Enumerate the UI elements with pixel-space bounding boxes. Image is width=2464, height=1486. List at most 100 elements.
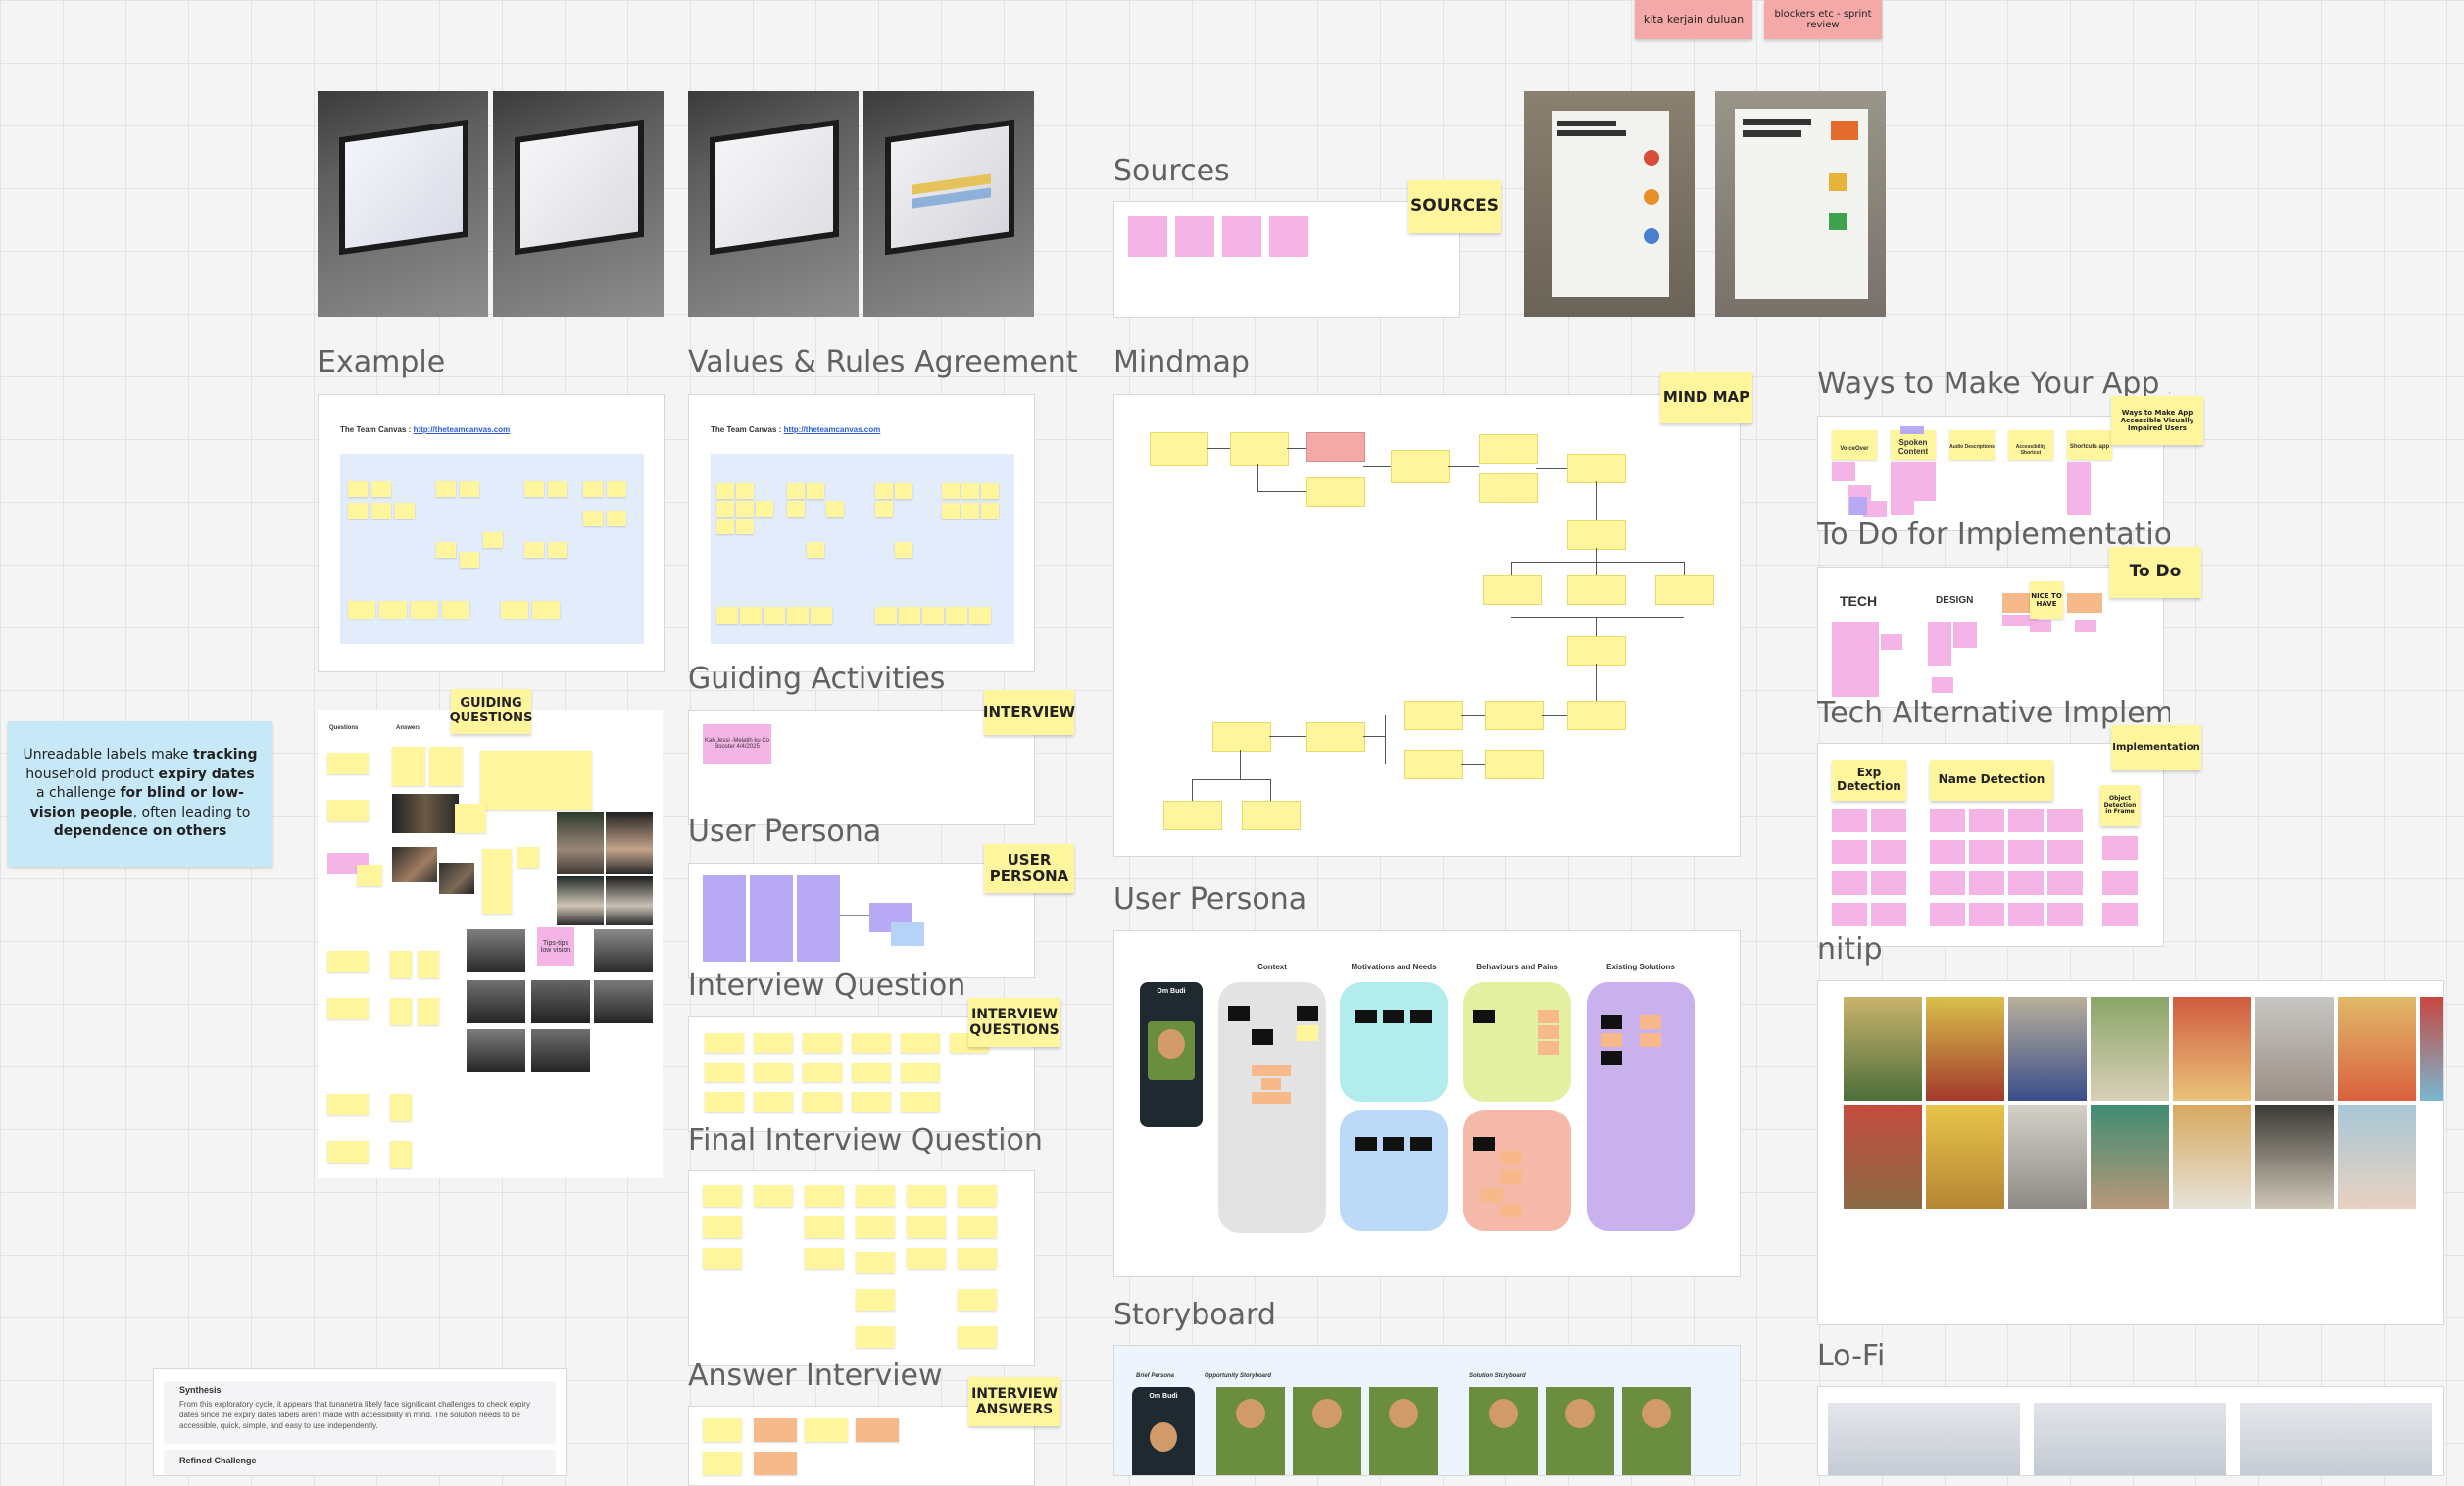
sources-label[interactable]: SOURCES bbox=[1408, 180, 1501, 233]
glasses-photo[interactable] bbox=[467, 929, 525, 972]
mindmap-node[interactable] bbox=[1655, 575, 1714, 605]
mindmap-node[interactable] bbox=[1404, 750, 1463, 779]
synthesis-card[interactable]: Synthesis From this exploratory cycle, i… bbox=[153, 1368, 567, 1476]
product-photo[interactable] bbox=[1844, 997, 1922, 1101]
mindmap-node[interactable] bbox=[1212, 722, 1271, 752]
product-photo[interactable] bbox=[2338, 997, 2416, 1101]
mindmap-node[interactable] bbox=[1391, 450, 1450, 483]
frame-example[interactable]: The Team Canvas : http://theteamcanvas.c… bbox=[318, 394, 665, 672]
poster-photo-low-vision[interactable] bbox=[1715, 91, 1886, 317]
mindmap-node[interactable] bbox=[1230, 432, 1289, 466]
mindmap-node[interactable] bbox=[1242, 801, 1301, 830]
glasses-photo[interactable] bbox=[594, 929, 653, 972]
persona-col-motivations-2[interactable] bbox=[1340, 1110, 1448, 1231]
interview-label[interactable]: INTERVIEW bbox=[983, 690, 1075, 735]
product-photo[interactable] bbox=[1926, 1105, 2004, 1209]
lofi-photo[interactable] bbox=[2034, 1403, 2226, 1475]
frame-lofi[interactable] bbox=[1817, 1386, 2444, 1476]
poster-photo-screen-readers[interactable] bbox=[1524, 91, 1695, 317]
mindmap-node[interactable] bbox=[1567, 701, 1626, 730]
nice-to-have-note[interactable]: NICE TO HAVE bbox=[2030, 581, 2063, 619]
lofi-photo[interactable] bbox=[2240, 1403, 2432, 1475]
product-photo[interactable] bbox=[2420, 997, 2443, 1101]
tech-col-name-detection[interactable]: Name Detection bbox=[1930, 760, 2053, 801]
tips-note[interactable]: Tips-tips low vision bbox=[537, 927, 574, 966]
product-photo[interactable] bbox=[2091, 1105, 2169, 1209]
frame-storyboard[interactable]: Brief Persona Opportunity Storyboard Sol… bbox=[1113, 1345, 1741, 1476]
product-photo[interactable] bbox=[2008, 1105, 2087, 1209]
interview-photo[interactable] bbox=[557, 876, 604, 925]
mindmap-node[interactable] bbox=[1485, 750, 1544, 779]
mindmap-node[interactable] bbox=[1404, 701, 1463, 730]
user-persona-label[interactable]: USER PERSONA bbox=[984, 844, 1074, 893]
product-photo[interactable] bbox=[2255, 997, 2334, 1101]
lofi-photo[interactable] bbox=[1828, 1403, 2020, 1475]
product-photo[interactable] bbox=[1844, 1105, 1922, 1209]
storyboard-persona[interactable]: Om Budi bbox=[1132, 1387, 1195, 1475]
interview-photo[interactable] bbox=[392, 847, 437, 882]
tech-col-object-detection[interactable]: Object Detection in Frame bbox=[2100, 785, 2140, 826]
interview-answers-label[interactable]: INTERVIEW ANSWERS bbox=[968, 1377, 1060, 1426]
slide-photo-2[interactable] bbox=[493, 91, 664, 317]
interview-photo[interactable] bbox=[392, 794, 459, 833]
guiding-questions-label[interactable]: GUIDING QUESTIONS bbox=[450, 689, 532, 734]
slide-photo-1[interactable] bbox=[318, 91, 488, 317]
glasses-photo[interactable] bbox=[531, 1029, 590, 1072]
top-note-2[interactable]: blockers etc - sprint review bbox=[1764, 0, 1882, 39]
mindmap-node[interactable] bbox=[1567, 520, 1626, 550]
frame-mindmap[interactable] bbox=[1113, 394, 1741, 857]
mindmap-node[interactable] bbox=[1306, 722, 1365, 752]
slide-photo-4[interactable] bbox=[863, 91, 1034, 317]
frame-tech-alt[interactable]: Exp Detection Name Detection Object Dete… bbox=[1817, 743, 2164, 947]
tech-col-exp-detection[interactable]: Exp Detection bbox=[1832, 760, 1906, 801]
mindmap-node[interactable] bbox=[1483, 575, 1542, 605]
ways-label[interactable]: Ways to Make App Accessible Visually Imp… bbox=[2111, 396, 2203, 445]
mindmap-node[interactable] bbox=[1306, 432, 1365, 462]
mindmap-node[interactable] bbox=[1163, 801, 1222, 830]
glasses-photo[interactable] bbox=[467, 1029, 525, 1072]
interview-photo[interactable] bbox=[439, 863, 474, 894]
top-note-1[interactable]: kita kerjain duluan bbox=[1635, 0, 1752, 39]
persona-phone[interactable]: Om Budi bbox=[1140, 982, 1203, 1127]
todo-label[interactable]: To Do bbox=[2109, 547, 2201, 598]
mindmap-node[interactable] bbox=[1306, 477, 1365, 507]
interview-photo[interactable] bbox=[606, 812, 653, 874]
glasses-photo[interactable] bbox=[594, 980, 653, 1023]
interview-photo[interactable] bbox=[557, 812, 604, 874]
product-photo[interactable] bbox=[2255, 1105, 2334, 1209]
problem-statement-note[interactable]: Unreadable labels make tracking househol… bbox=[8, 721, 272, 867]
frame-final-interview-question[interactable] bbox=[688, 1170, 1035, 1366]
frame-guiding-questions[interactable]: Questions Answers Tips-tips low vision bbox=[318, 710, 663, 1178]
mindmap-node[interactable] bbox=[1567, 575, 1626, 605]
implementation-label[interactable]: Implementation bbox=[2111, 725, 2201, 770]
mind-map-label[interactable]: MIND MAP bbox=[1660, 372, 1752, 423]
product-photo[interactable] bbox=[2173, 997, 2251, 1101]
product-photo[interactable] bbox=[2173, 1105, 2251, 1209]
mindmap-node[interactable] bbox=[1485, 701, 1544, 730]
interview-photo[interactable] bbox=[606, 876, 653, 925]
glasses-photo[interactable] bbox=[467, 980, 525, 1023]
mindmap-node[interactable] bbox=[1150, 432, 1208, 466]
source-card[interactable] bbox=[1222, 216, 1261, 257]
guiding-activity-note[interactable]: Kak Jessi -Melatih ku Co Booster 4/4/202… bbox=[703, 724, 771, 764]
source-card[interactable] bbox=[1175, 216, 1214, 257]
frame-guiding-activities[interactable]: Kak Jessi -Melatih ku Co Booster 4/4/202… bbox=[688, 710, 1035, 825]
product-photo[interactable] bbox=[2008, 997, 2087, 1101]
frame-user-persona[interactable]: Om Budi Context Motivations and Needs Be… bbox=[1113, 930, 1741, 1277]
mindmap-node[interactable] bbox=[1567, 454, 1626, 483]
source-card[interactable] bbox=[1269, 216, 1308, 257]
interview-questions-label[interactable]: INTERVIEW QUESTIONS bbox=[968, 998, 1060, 1047]
product-photo[interactable] bbox=[1926, 997, 2004, 1101]
product-photo[interactable] bbox=[2091, 997, 2169, 1101]
frame-values[interactable]: The Team Canvas : http://theteamcanvas.c… bbox=[688, 394, 1035, 672]
product-photo[interactable] bbox=[2338, 1105, 2416, 1209]
mindmap-node[interactable] bbox=[1567, 636, 1626, 666]
slide-photo-3[interactable] bbox=[688, 91, 859, 317]
frame-nitip[interactable] bbox=[1817, 980, 2444, 1325]
mindmap-node[interactable] bbox=[1479, 473, 1538, 503]
mindmap-node[interactable] bbox=[1479, 434, 1538, 464]
source-card[interactable] bbox=[1128, 216, 1167, 257]
persona-col-motivations[interactable] bbox=[1340, 982, 1448, 1102]
glasses-photo[interactable] bbox=[531, 980, 590, 1023]
frame-user-persona-small[interactable] bbox=[688, 863, 1035, 978]
